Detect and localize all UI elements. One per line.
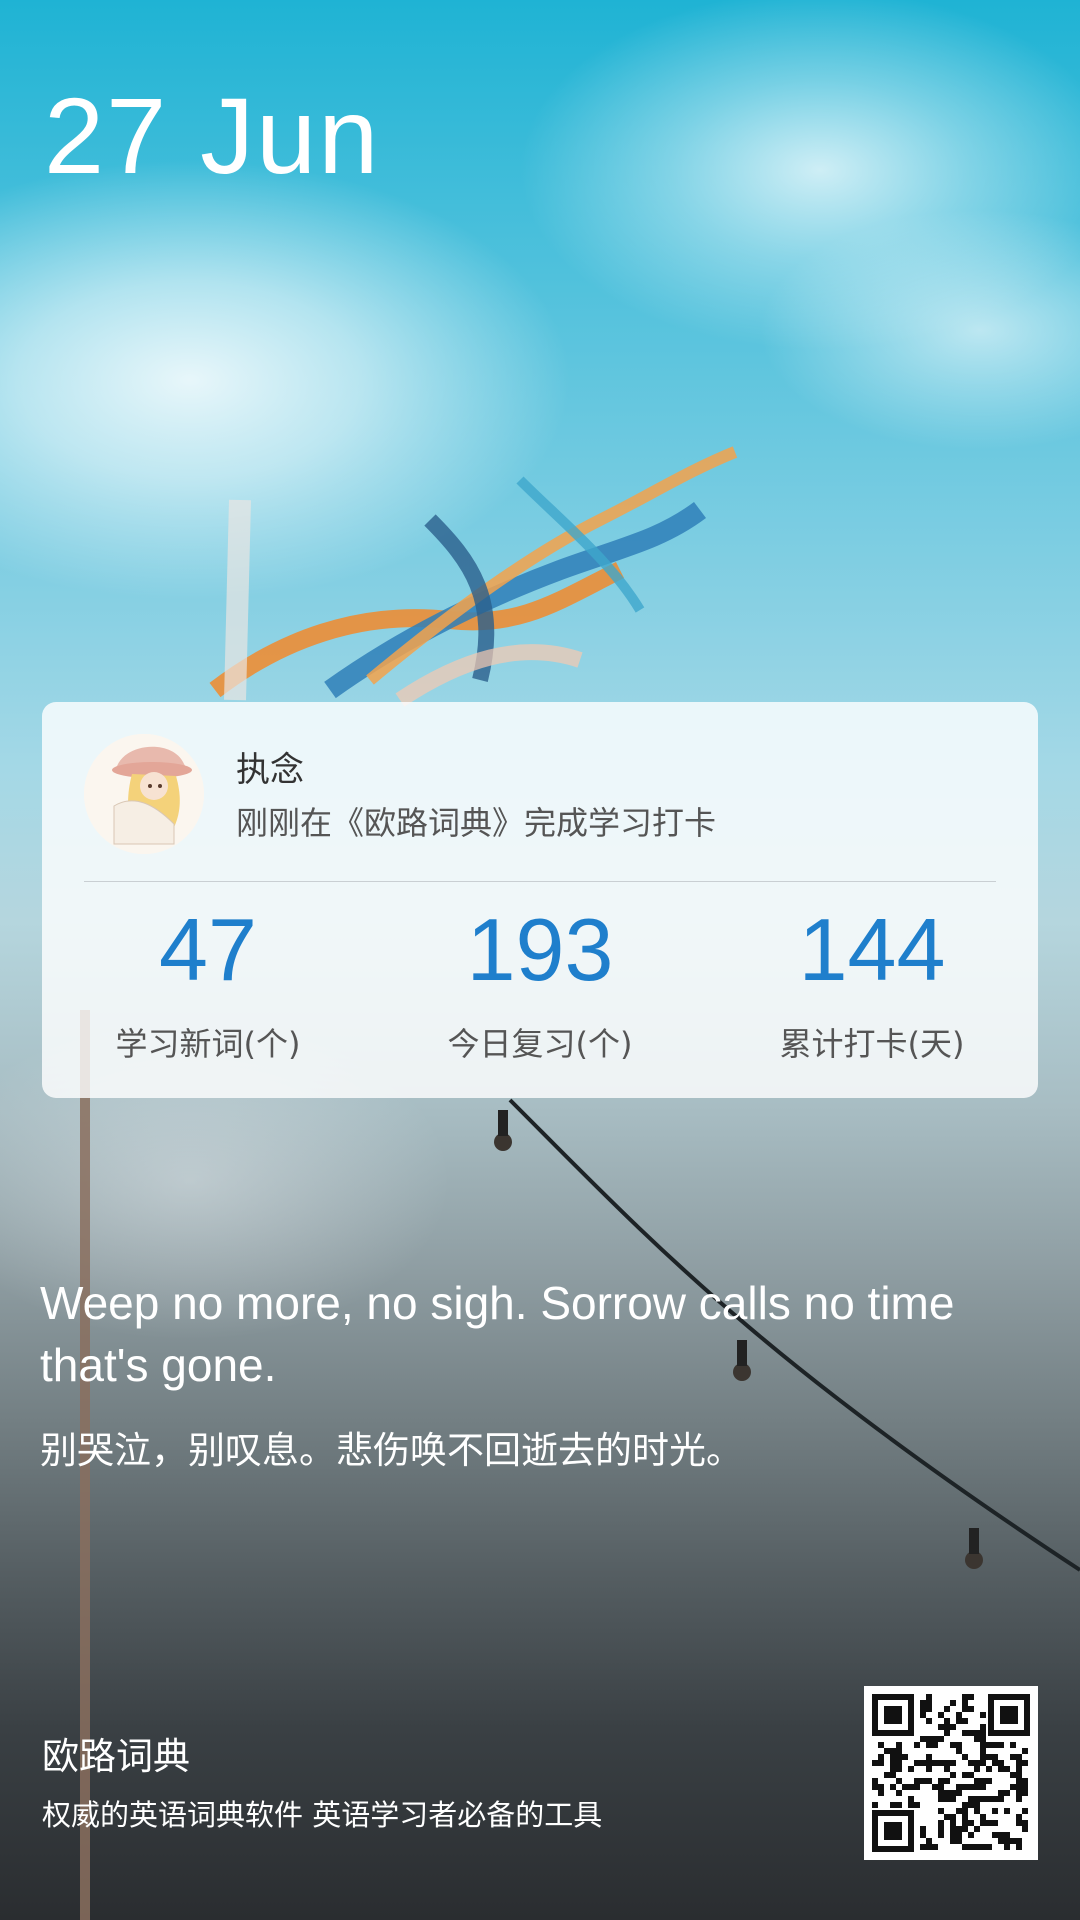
date-title: 27 Jun	[44, 75, 381, 196]
stat-streak: 144 累计打卡(天)	[706, 900, 1038, 1065]
stat-new-words-value: 47	[159, 900, 257, 999]
quote-chinese: 别哭泣，别叹息。悲伤唤不回逝去的时光。	[40, 1429, 743, 1472]
qr-code[interactable]	[864, 1686, 1038, 1860]
stat-streak-value: 144	[798, 900, 946, 999]
checkin-card: 执念 刚刚在《欧路词典》完成学习打卡 47 学习新词(个) 193 今日复习(个…	[42, 702, 1038, 1098]
avatar[interactable]	[84, 734, 204, 854]
stat-new-words: 47 学习新词(个)	[42, 900, 374, 1065]
username: 执念	[236, 750, 304, 790]
brand-name: 欧路词典	[42, 1735, 190, 1778]
stat-review-value: 193	[466, 900, 614, 999]
brand-slogan: 权威的英语词典软件 英语学习者必备的工具	[42, 1798, 603, 1832]
card-divider	[84, 881, 996, 882]
checkin-subtitle: 刚刚在《欧路词典》完成学习打卡	[236, 804, 717, 842]
stat-review: 193 今日复习(个)	[374, 900, 706, 1065]
stat-new-words-label: 学习新词(个)	[115, 1024, 301, 1063]
stat-review-label: 今日复习(个)	[447, 1024, 633, 1063]
anime-girl-avatar-icon	[84, 734, 204, 854]
stat-streak-label: 累计打卡(天)	[779, 1024, 965, 1063]
qr-code-icon	[864, 1686, 1038, 1860]
quote-english: Weep no more, no sigh. Sorrow calls no t…	[40, 1277, 955, 1391]
